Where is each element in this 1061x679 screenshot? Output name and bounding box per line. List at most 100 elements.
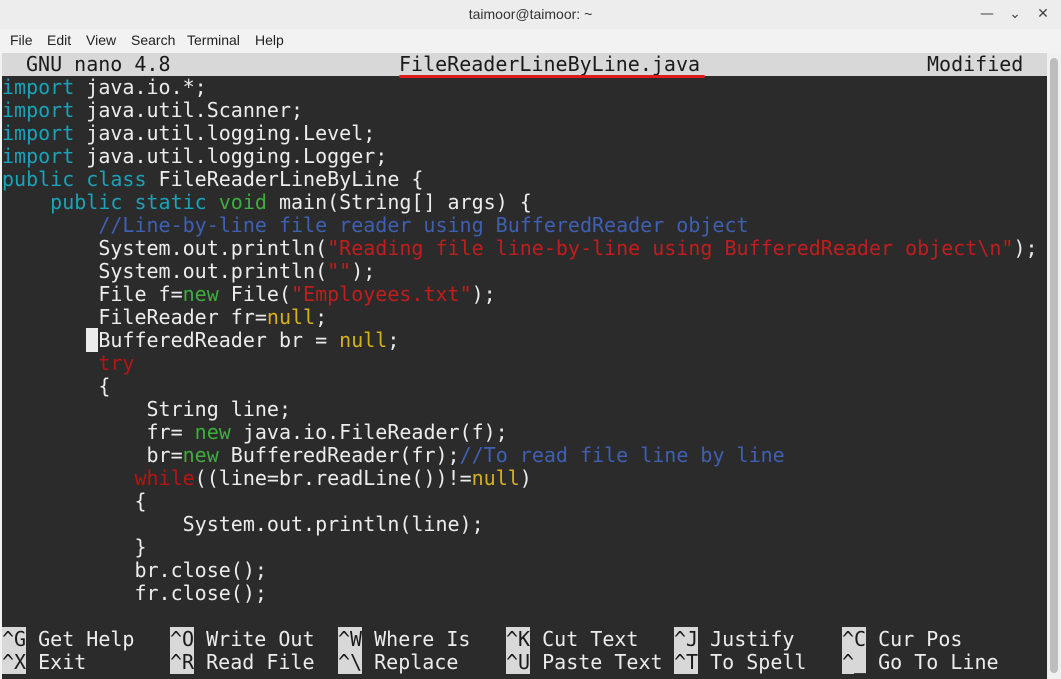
code-token: new xyxy=(194,420,231,444)
shortcut-key: ^U xyxy=(506,650,531,674)
shortcut-key: ^W xyxy=(338,627,363,651)
shortcut-to-spell[interactable]: ^T To Spell xyxy=(674,650,806,674)
code-line: } xyxy=(2,536,146,559)
code-line: //Line-by-line file reader using Buffere… xyxy=(2,213,749,237)
nano-filename: FileReaderLineByLine.java xyxy=(399,53,701,76)
shortcut-cut-text[interactable]: ^K Cut Text xyxy=(506,627,639,651)
code-line: fr.close(); xyxy=(2,581,267,605)
code-token: java.io.FileReader(f); xyxy=(230,420,508,444)
code-token: ); xyxy=(351,259,376,283)
shortcut-label: Replace xyxy=(362,650,459,674)
shortcut-paste-text[interactable]: ^U Paste Text xyxy=(506,650,663,674)
shortcut-key: ^_ xyxy=(842,650,867,674)
window-titlebar: taimoor@taimoor: ~ — ⌄ ✕ xyxy=(0,0,1061,30)
shortcut-cur-pos[interactable]: ^C Cur Pos xyxy=(842,627,963,651)
window-title: taimoor@taimoor: ~ xyxy=(468,6,593,22)
code-line: { xyxy=(2,490,146,513)
menu-view[interactable]: View xyxy=(86,32,116,48)
terminal-area[interactable]: GNU nano 4.8 FileReaderLineByLine.java M… xyxy=(2,53,1047,679)
code-token: //To read file line by line xyxy=(459,443,785,467)
shortcut-label: Cut Text xyxy=(530,627,639,651)
code-line: String line; xyxy=(2,398,291,421)
close-icon[interactable]: ✕ xyxy=(1032,4,1054,24)
maximize-icon[interactable]: ⌄ xyxy=(1004,4,1026,24)
code-line: System.out.println(""); xyxy=(2,260,375,283)
menu-terminal[interactable]: Terminal xyxy=(187,32,240,48)
code-token: new xyxy=(182,443,219,467)
code-token: import xyxy=(2,144,75,168)
code-token: null xyxy=(471,466,520,490)
code-token: //Line-by-line file reader using Buffere… xyxy=(98,213,749,237)
shortcut-key: ^\ xyxy=(338,650,363,674)
code-line: System.out.println(line); xyxy=(2,513,484,536)
shortcut-label: Justify xyxy=(698,627,795,651)
code-token: ; xyxy=(315,305,328,329)
code-line: while((line=br.readLine())!=null) xyxy=(2,466,532,490)
menu-search[interactable]: Search xyxy=(131,32,175,48)
code-token: fr.close(); xyxy=(2,581,267,605)
code-line: File f=new File("Employees.txt"); xyxy=(2,282,496,306)
code-token: import xyxy=(2,98,75,122)
code-token: FileReader fr= xyxy=(2,305,267,329)
shortcut-exit[interactable]: ^X Exit xyxy=(2,650,87,674)
shortcut-replace[interactable]: ^\ Replace xyxy=(338,650,459,674)
code-token: import xyxy=(2,121,75,145)
menu-help[interactable]: Help xyxy=(255,32,284,48)
shortcut-key: ^G xyxy=(2,627,27,651)
filename-underline xyxy=(399,75,705,78)
shortcut-justify[interactable]: ^J Justify xyxy=(674,627,795,651)
code-token: FileReaderLineByLine { xyxy=(146,167,424,191)
shortcut-label: Go To Line xyxy=(866,650,999,674)
menu-file[interactable]: File xyxy=(10,32,33,48)
scrollbar[interactable] xyxy=(1047,53,1061,679)
code-line: FileReader fr=null; xyxy=(2,306,327,329)
shortcut-label: Cur Pos xyxy=(866,627,963,651)
minimize-icon[interactable]: — xyxy=(976,4,998,24)
code-token: ) xyxy=(519,466,532,490)
shortcut-key: ^O xyxy=(170,627,195,651)
code-token: try xyxy=(98,351,135,375)
code-token: br= xyxy=(2,443,183,467)
code-line: System.out.println("Reading file line-by… xyxy=(2,236,1038,260)
code-token: main(String[] args) { xyxy=(266,190,532,214)
shortcut-get-help[interactable]: ^G Get Help xyxy=(2,627,135,651)
code-line: import java.util.logging.Level; xyxy=(2,122,375,145)
code-token: java.io.*; xyxy=(74,75,207,99)
code-token: ); xyxy=(1013,236,1038,260)
shortcut-label: Get Help xyxy=(26,627,135,651)
code-token: java.util.logging.Logger; xyxy=(74,144,388,168)
shortcut-key: ^R xyxy=(170,650,195,674)
code-line: public class FileReaderLineByLine { xyxy=(2,168,423,191)
shortcut-write-out[interactable]: ^O Write Out xyxy=(170,627,315,651)
code-token: java.util.Scanner; xyxy=(74,98,304,122)
menu-edit[interactable]: Edit xyxy=(47,32,71,48)
code-line: public static void main(String[] args) { xyxy=(2,191,532,214)
shortcut-key: ^K xyxy=(506,627,531,651)
code-line: import java.util.logging.Logger; xyxy=(2,145,387,168)
nano-version: GNU nano 4.8 xyxy=(26,53,171,76)
shortcut-read-file[interactable]: ^R Read File xyxy=(170,650,315,674)
code-token: ; xyxy=(387,328,400,352)
code-token: "Employees.txt" xyxy=(291,282,472,306)
code-token: ); xyxy=(471,282,496,306)
shortcut-label: Exit xyxy=(26,650,87,674)
scrollbar-thumb[interactable] xyxy=(1050,58,1058,673)
code-line: fr= new java.io.FileReader(f); xyxy=(2,420,508,444)
code-token: BufferedReader(fr); xyxy=(218,443,460,467)
code-token: System.out.println(line); xyxy=(2,512,484,536)
shortcut-where-is[interactable]: ^W Where Is xyxy=(338,627,470,651)
shortcut-go-to-line[interactable]: ^_ Go To Line xyxy=(842,650,999,674)
code-token: { xyxy=(2,374,111,398)
shortcut-key: ^J xyxy=(674,627,699,651)
code-token: public static xyxy=(50,190,207,214)
code-line: { xyxy=(2,375,110,398)
code-line: import java.io.*; xyxy=(2,76,207,99)
shortcut-key: ^T xyxy=(674,650,699,674)
shortcut-key: ^X xyxy=(2,650,27,674)
nano-status: Modified xyxy=(927,53,1024,76)
